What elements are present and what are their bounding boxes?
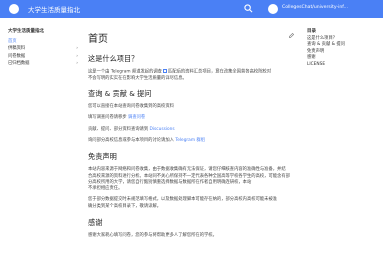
search-icon[interactable] [244,4,253,13]
sidebar-nav: 大学生活质量指北 首页 供稿资料 › 问卷数据 › 已归档数据 › [8,28,78,67]
section-heading-query: 查询 & 贡献 & 提问 [88,89,152,99]
table-of-contents: 目录 这是什么项目？ 查询 & 贡献 & 提问 免责声明 感谢 LICENSE [307,28,377,68]
sidebar-item-survey-data[interactable]: 问卷数据 › [8,53,78,60]
text: 本站内容来源于网络和问卷收集，由于数据收集确有无法保证，请您仔细核查内容的准确性… [88,167,286,173]
chevron-right-icon: › [76,46,78,52]
tag-icon [162,69,167,73]
paragraph-survey: 填写调查问卷请移步 调查问卷 [88,115,298,121]
text: 合高校来源的资料进行分析。本站同不关心所保持不一定代表各种全国高等学校各学生的高… [88,173,290,179]
toc-title: 目录 [307,29,316,34]
site-title[interactable]: 大学生活质量指北 [28,4,80,14]
paragraph-disclaimer-1: 本站内容来源于网络和问卷收集，由于数据收集确有无法保证，请您仔细核查内容的准确性… [88,167,298,192]
text: 确分类到某个高校目录下，敬请谅解。 [88,203,162,209]
sidebar-title: 大学生活质量指北 [8,29,44,34]
repo-link[interactable]: CollegesChat/university-inf... [282,5,348,10]
chevron-right-icon: › [76,53,78,59]
paragraph-query: 您可以直接在本站查询问卷收集到的高校资料 [88,104,174,110]
text: 不承担相应责任。 [88,186,123,192]
sidebar-item-label: 首页 [8,39,17,44]
text: 填写调查问卷请移步 [88,115,127,121]
text: 询问部分高校信息或参与本项目的讨论请加入 [88,137,174,143]
section-heading-what: 这是什么项目？ [88,54,139,63]
top-header: 大学生活质量指北 CollegesChat/university-inf... [0,0,383,18]
telegram-link[interactable]: Telegram 群组 [175,138,205,143]
sidebar-item-label: 问卷数据 [8,53,26,59]
page-title: 首页 [88,34,108,45]
chevron-right-icon: › [76,60,78,66]
section-heading-thanks: 感谢 [88,218,103,228]
discussions-link[interactable]: Discussions [150,127,175,132]
sidebar-item-home[interactable]: 首页 [8,38,78,45]
paragraph-discussions: 贡献、提问、部分资料查询请到 Discussions [88,127,298,133]
paragraph-intro: 这是一个由 Telegram 频道发起的调查 匹配后的资料汇总项目，意在改集全国普… [88,69,298,82]
section-heading-disclaimer: 免责声明 [88,152,117,162]
paragraph-telegram: 询问部分高校信息或参与本项目的讨论请加入 Telegram 群组 [88,138,298,144]
toc-item-license[interactable]: LICENSE [307,62,377,68]
text: 您于部分数据提交时未规范填写格式，以及数据处理脚本可能存在纳的，部分高校内高校可… [88,197,278,203]
text: 不会写明的实实在在影响大学生活质量的详尽信息。 [88,75,187,81]
survey-link[interactable]: 调查问卷 [128,115,145,120]
text: 分高校所用的大学，请您自行甄别慎重选择数据与数据所在作者自用明确连研校，本站 [88,179,252,185]
paragraph-thanks: 感谢大家耗心填写问卷，您的参与将帮助更多人了解您所在的学校。 [88,233,217,239]
sidebar-item-submissions[interactable]: 供稿资料 › [8,45,78,52]
sidebar-item-label: 供稿资料 [8,46,26,52]
text: 匹配后的资料汇总项目，意在改集全国普各高校院校对 [167,69,272,75]
sidebar-item-archived-data[interactable]: 已归档数据 › [8,60,78,67]
sidebar-item-label: 已归档数据 [8,60,30,66]
main-content: 首页 这是什么项目？ 这是一个由 Telegram 频道发起的调查 匹配后的资料汇… [88,22,298,244]
paragraph-disclaimer-2: 您于部分数据提交时未规范填写格式，以及数据处理脚本可能存在纳的，部分高校内高校可… [88,197,298,210]
text: 这是一个由 Telegram 频道发起的调查 [88,69,162,75]
site-logo-icon[interactable] [9,4,19,14]
text: 贡献、提问、部分资料查询请到 [88,126,149,132]
github-icon[interactable] [268,4,278,14]
